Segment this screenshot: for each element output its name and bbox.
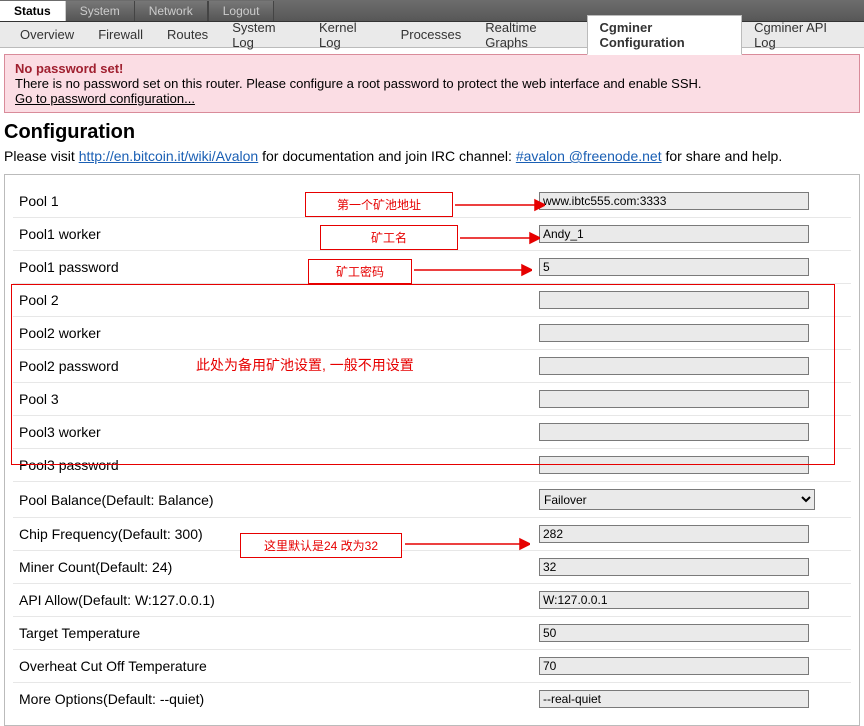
- no-password-alert: No password set! There is no password se…: [4, 54, 860, 113]
- label-pool2: Pool 2: [19, 292, 539, 308]
- row-pool1worker: Pool1 worker: [13, 218, 851, 251]
- row-moreopts: More Options(Default: --quiet): [13, 683, 851, 715]
- label-overheat: Overheat Cut Off Temperature: [19, 658, 539, 674]
- irc-link[interactable]: #avalon @freenode.net: [516, 148, 662, 164]
- subtab-apilog[interactable]: Cgminer API Log: [742, 16, 856, 54]
- help-pre: Please visit: [4, 148, 79, 164]
- row-pool2: Pool 2: [13, 284, 851, 317]
- row-balance: Pool Balance(Default: Balance) Failover: [13, 482, 851, 518]
- input-pool3worker[interactable]: [539, 423, 809, 441]
- input-pool3[interactable]: [539, 390, 809, 408]
- label-pool1pass: Pool1 password: [19, 259, 539, 275]
- input-pool2worker[interactable]: [539, 324, 809, 342]
- label-apiallow: API Allow(Default: W:127.0.0.1): [19, 592, 539, 608]
- alert-body: There is no password set on this router.…: [15, 76, 702, 91]
- subtab-overview[interactable]: Overview: [8, 23, 86, 46]
- help-mid: for documentation and join IRC channel:: [258, 148, 516, 164]
- row-pool1pass: Pool1 password: [13, 251, 851, 284]
- label-minercount: Miner Count(Default: 24): [19, 559, 539, 575]
- input-pool2[interactable]: [539, 291, 809, 309]
- input-targettemp[interactable]: [539, 624, 809, 642]
- row-pool3: Pool 3: [13, 383, 851, 416]
- label-targettemp: Target Temperature: [19, 625, 539, 641]
- subtab-processes[interactable]: Processes: [389, 23, 474, 46]
- input-overheat[interactable]: [539, 657, 809, 675]
- label-pool2worker: Pool2 worker: [19, 325, 539, 341]
- row-pool3worker: Pool3 worker: [13, 416, 851, 449]
- subtab-realtime[interactable]: Realtime Graphs: [473, 16, 586, 54]
- label-pool3: Pool 3: [19, 391, 539, 407]
- label-chipfreq: Chip Frequency(Default: 300): [19, 526, 539, 542]
- row-chipfreq: Chip Frequency(Default: 300): [13, 518, 851, 551]
- row-minercount: Miner Count(Default: 24): [13, 551, 851, 584]
- input-moreopts[interactable]: [539, 690, 809, 708]
- alert-link[interactable]: Go to password configuration...: [15, 91, 195, 106]
- row-pool3pass: Pool3 password: [13, 449, 851, 482]
- label-pool3worker: Pool3 worker: [19, 424, 539, 440]
- row-pool2pass: Pool2 password: [13, 350, 851, 383]
- label-pool2pass: Pool2 password: [19, 358, 539, 374]
- sub-tabbar: Overview Firewall Routes System Log Kern…: [0, 22, 864, 48]
- tab-network[interactable]: Network: [135, 1, 208, 21]
- input-chipfreq[interactable]: [539, 525, 809, 543]
- help-text: Please visit http://en.bitcoin.it/wiki/A…: [4, 148, 860, 164]
- label-pool1worker: Pool1 worker: [19, 226, 539, 242]
- input-pool3pass[interactable]: [539, 456, 809, 474]
- label-pool1: Pool 1: [19, 193, 539, 209]
- subtab-kernellog[interactable]: Kernel Log: [307, 16, 389, 54]
- subtab-routes[interactable]: Routes: [155, 23, 220, 46]
- label-pool3pass: Pool3 password: [19, 457, 539, 473]
- subtab-systemlog[interactable]: System Log: [220, 16, 307, 54]
- input-pool1[interactable]: [539, 192, 809, 210]
- input-pool1worker[interactable]: [539, 225, 809, 243]
- row-apiallow: API Allow(Default: W:127.0.0.1): [13, 584, 851, 617]
- row-pool1: Pool 1: [13, 185, 851, 218]
- row-pool2worker: Pool2 worker: [13, 317, 851, 350]
- config-form: Pool 1 Pool1 worker Pool1 password Pool …: [4, 174, 860, 726]
- label-balance: Pool Balance(Default: Balance): [19, 492, 539, 508]
- input-apiallow[interactable]: [539, 591, 809, 609]
- wiki-link[interactable]: http://en.bitcoin.it/wiki/Avalon: [79, 148, 259, 164]
- input-minercount[interactable]: [539, 558, 809, 576]
- select-balance[interactable]: Failover: [539, 489, 815, 510]
- input-pool1pass[interactable]: [539, 258, 809, 276]
- label-moreopts: More Options(Default: --quiet): [19, 691, 539, 707]
- row-targettemp: Target Temperature: [13, 617, 851, 650]
- tab-status[interactable]: Status: [0, 1, 66, 21]
- row-overheat: Overheat Cut Off Temperature: [13, 650, 851, 683]
- tab-system[interactable]: System: [66, 1, 135, 21]
- page-title: Configuration: [4, 121, 860, 144]
- subtab-firewall[interactable]: Firewall: [86, 23, 155, 46]
- help-post: for share and help.: [662, 148, 783, 164]
- input-pool2pass[interactable]: [539, 357, 809, 375]
- subtab-cgminer[interactable]: Cgminer Configuration: [587, 15, 743, 55]
- alert-title: No password set!: [15, 61, 123, 76]
